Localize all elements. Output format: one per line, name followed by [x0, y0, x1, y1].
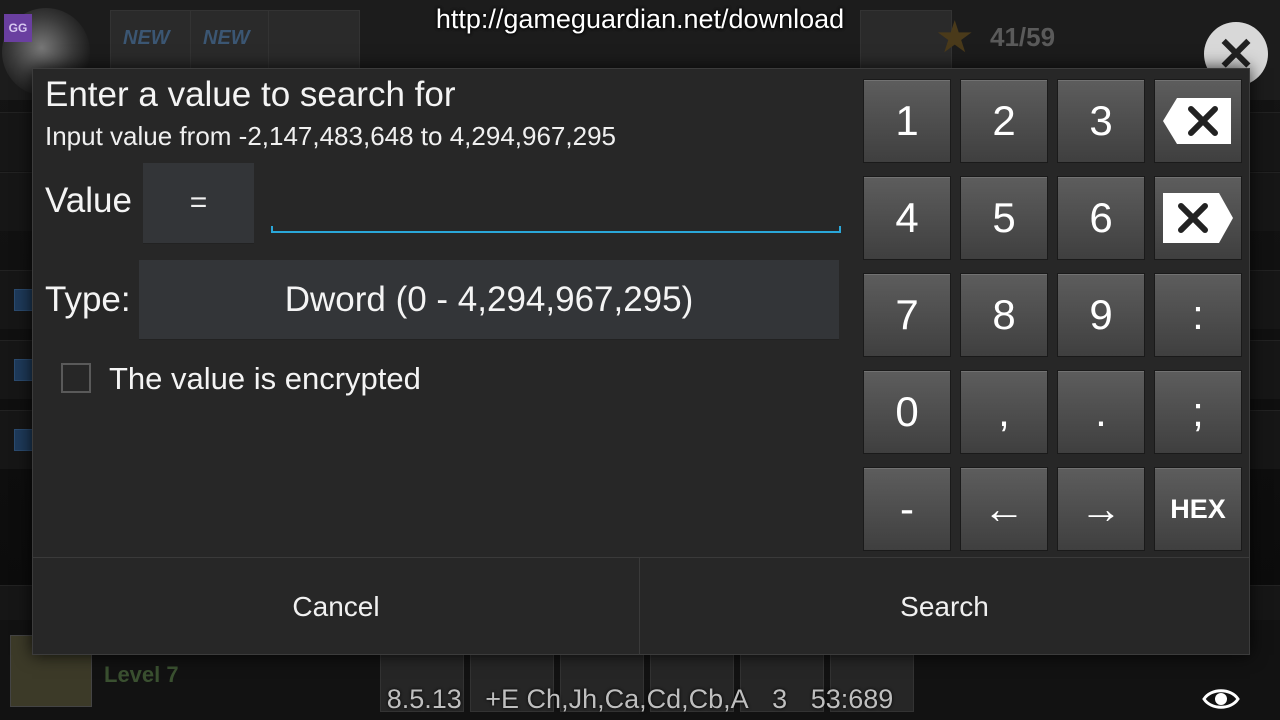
operator-button[interactable]: =	[143, 163, 254, 244]
backspace-key[interactable]	[1154, 79, 1242, 163]
key-2[interactable]: 2	[960, 79, 1048, 163]
key-8[interactable]: 8	[960, 273, 1048, 357]
key-1[interactable]: 1	[863, 79, 951, 163]
screen: GG NEW NEW ★ 41/59 ✕ Level 7 http://game…	[0, 0, 1280, 720]
value-label: Value	[45, 181, 132, 220]
value-input-underline	[271, 226, 841, 233]
encrypted-checkbox[interactable]	[61, 363, 91, 393]
key-left-arrow[interactable]: ←	[960, 467, 1048, 551]
cancel-button[interactable]: Cancel	[33, 558, 640, 655]
key-9[interactable]: 9	[1057, 273, 1145, 357]
search-button[interactable]: Search	[640, 558, 1249, 655]
key-3[interactable]: 3	[1057, 79, 1145, 163]
download-url: http://gameguardian.net/download	[435, 4, 845, 34]
gg-status-line: 8.5.13 +E Ch,Jh,Ca,Cd,Cb,A 3 53:689	[0, 684, 1280, 715]
delete-icon	[1163, 193, 1233, 243]
key-7[interactable]: 7	[863, 273, 951, 357]
pid-text: 53:689	[810, 684, 894, 714]
key-6[interactable]: 6	[1057, 176, 1145, 260]
key-right-arrow[interactable]: →	[1057, 467, 1145, 551]
key-5[interactable]: 5	[960, 176, 1048, 260]
value-input[interactable]	[271, 187, 845, 235]
backspace-icon	[1163, 98, 1231, 144]
key-minus[interactable]: -	[863, 467, 951, 551]
value-range-hint: Input value from -2,147,483,648 to 4,294…	[45, 121, 616, 151]
key-semicolon[interactable]: ;	[1154, 370, 1242, 454]
count-text: 3	[772, 684, 788, 714]
dialog-footer: Cancel Search	[33, 557, 1249, 655]
eye-icon[interactable]	[1202, 684, 1240, 714]
type-select[interactable]: Dword (0 - 4,294,967,295)	[139, 260, 839, 340]
flags-text: +E Ch,Jh,Ca,Cd,Cb,A	[485, 684, 749, 714]
key-hex[interactable]: HEX	[1154, 467, 1242, 551]
key-4[interactable]: 4	[863, 176, 951, 260]
search-value-dialog: Enter a value to search for Input value …	[32, 68, 1250, 655]
type-label: Type:	[45, 280, 131, 319]
dialog-title: Enter a value to search for	[45, 75, 456, 114]
key-comma[interactable]: ,	[960, 370, 1048, 454]
version-text: 8.5.13	[386, 684, 462, 714]
encrypted-label[interactable]: The value is encrypted	[109, 361, 421, 397]
key-0[interactable]: 0	[863, 370, 951, 454]
key-colon[interactable]: :	[1154, 273, 1242, 357]
delete-key[interactable]	[1154, 176, 1242, 260]
key-dot[interactable]: .	[1057, 370, 1145, 454]
